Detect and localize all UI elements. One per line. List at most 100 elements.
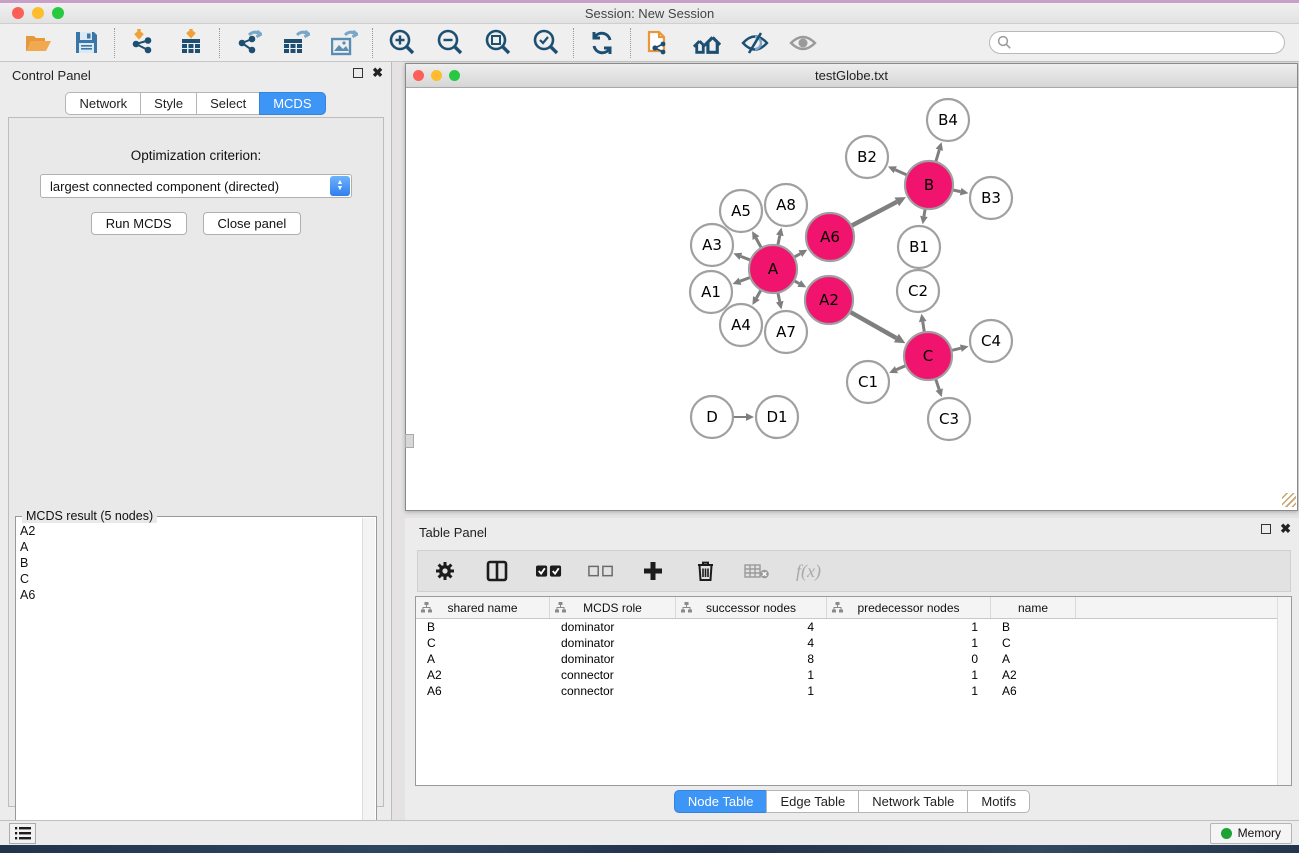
table-cell[interactable]: 0 [827,652,991,666]
select-all-checkboxes-icon[interactable] [536,558,562,584]
result-scrollbar[interactable] [362,518,375,853]
table-cell[interactable]: A6 [416,684,550,698]
main-toolbar [0,24,1299,62]
table-cell[interactable]: A2 [416,668,550,682]
edge-arrowhead-icon [776,228,784,237]
tab-style[interactable]: Style [140,92,197,115]
column-header-shared-name[interactable]: shared name [416,597,550,618]
tab-select[interactable]: Select [196,92,260,115]
table-cell[interactable]: dominator [550,620,676,634]
table-cell[interactable]: B [416,620,550,634]
control-panel: Control Panel ✖ NetworkStyleSelectMCDS O… [0,62,392,820]
close-panel-icon[interactable]: ✖ [372,68,383,78]
hide-panels-eye-slash-icon[interactable] [741,29,769,57]
tab-edge-table[interactable]: Edge Table [766,790,859,813]
close-panel-button[interactable]: Close panel [203,212,302,235]
table-cell[interactable]: A2 [991,668,1076,682]
network-canvas[interactable]: B4B2BB3B1A5A8A6A3AA1A2C2A4A7C4CC1C3DD1 [406,88,1297,508]
table-cell[interactable]: 4 [676,636,827,650]
column-header-MCDS-role[interactable]: MCDS role [550,597,676,618]
zoom-fit-icon[interactable] [483,29,511,57]
table-row[interactable]: A6connector11A6 [416,683,1291,699]
task-history-list-icon[interactable] [9,823,36,844]
import-network-icon[interactable] [129,29,157,57]
result-item[interactable]: A [20,539,360,555]
table-cell[interactable]: dominator [550,652,676,666]
result-item[interactable]: A2 [20,523,360,539]
window-resize-grip[interactable] [1282,493,1296,507]
memory-button[interactable]: Memory [1210,823,1292,844]
result-item[interactable]: A6 [20,587,360,603]
result-item[interactable]: B [20,555,360,571]
table-cell[interactable]: A [991,652,1076,666]
control-panel-tabs: NetworkStyleSelectMCDS [65,92,325,115]
table-row[interactable]: Adominator80A [416,651,1291,667]
split-columns-icon[interactable] [484,558,510,584]
table-cell[interactable]: A [416,652,550,666]
tab-network[interactable]: Network [65,92,141,115]
home-icon[interactable] [693,29,721,57]
zoom-in-icon[interactable] [387,29,415,57]
table-cell[interactable]: 1 [827,684,991,698]
tab-motifs[interactable]: Motifs [967,790,1030,813]
table-cell[interactable]: 1 [676,684,827,698]
edge-arrowhead-icon [936,388,943,397]
table-row[interactable]: A2connector11A2 [416,667,1291,683]
function-builder-button[interactable]: f(x) [796,561,821,582]
refresh-layout-icon[interactable] [588,29,616,57]
mcds-result-list[interactable]: A2ABCA6 [20,523,360,853]
column-header-successor-nodes[interactable]: successor nodes [676,597,827,618]
table-cell[interactable]: connector [550,684,676,698]
table-cell[interactable]: C [991,636,1076,650]
tab-network-table[interactable]: Network Table [858,790,968,813]
settings-gear-icon[interactable] [432,558,458,584]
table-cell[interactable]: C [416,636,550,650]
table-row[interactable]: Cdominator41C [416,635,1291,651]
zoom-out-icon[interactable] [435,29,463,57]
column-header-predecessor-nodes[interactable]: predecessor nodes [827,597,991,618]
table-cell[interactable]: dominator [550,636,676,650]
search-input[interactable] [989,31,1285,54]
table-cell[interactable]: 1 [827,668,991,682]
delete-column-trash-icon[interactable] [692,558,718,584]
table-cell[interactable]: A6 [991,684,1076,698]
canvas-edge-grip[interactable] [405,434,414,448]
network-graph[interactable]: B4B2BB3B1A5A8A6A3AA1A2C2A4A7C4CC1C3DD1 [406,88,1297,508]
table-cell[interactable]: B [991,620,1076,634]
show-eye-icon[interactable] [789,29,817,57]
network-window-title: testGlobe.txt [406,68,1297,83]
table-cell[interactable]: connector [550,668,676,682]
save-session-icon[interactable] [72,29,100,57]
destroy-table-icon[interactable] [744,558,770,584]
tab-mcds[interactable]: MCDS [259,92,325,115]
run-mcds-button[interactable]: Run MCDS [91,212,187,235]
table-cell[interactable]: 4 [676,620,827,634]
close-table-panel-icon[interactable]: ✖ [1280,524,1291,534]
memory-status-dot [1221,828,1232,839]
table-cell[interactable]: 1 [827,620,991,634]
tab-node-table[interactable]: Node Table [674,790,768,813]
float-table-panel-icon[interactable] [1261,524,1271,534]
zoom-selected-icon[interactable] [531,29,559,57]
export-image-icon[interactable] [330,29,358,57]
table-row[interactable]: Bdominator41B [416,619,1291,635]
graph-edge [848,311,896,338]
open-session-icon[interactable] [24,29,52,57]
node-label: A [768,260,779,278]
deselect-all-checkboxes-icon[interactable] [588,558,614,584]
import-table-icon[interactable] [177,29,205,57]
table-cell[interactable]: 8 [676,652,827,666]
table-cell[interactable]: 1 [827,636,991,650]
table-cell[interactable]: 1 [676,668,827,682]
optimization-criterion-select[interactable]: largest connected component (directed) ▲… [40,174,352,198]
result-item[interactable]: C [20,571,360,587]
export-table-icon[interactable] [282,29,310,57]
add-column-icon[interactable] [640,558,666,584]
edge-arrowhead-icon [919,314,927,322]
network-window-titlebar[interactable]: testGlobe.txt [406,64,1297,88]
float-panel-icon[interactable] [353,68,363,78]
table-scrollbar[interactable] [1277,597,1291,785]
export-network-icon[interactable] [234,29,262,57]
column-header-name[interactable]: name [991,597,1076,618]
new-network-from-selection-icon[interactable] [645,29,673,57]
